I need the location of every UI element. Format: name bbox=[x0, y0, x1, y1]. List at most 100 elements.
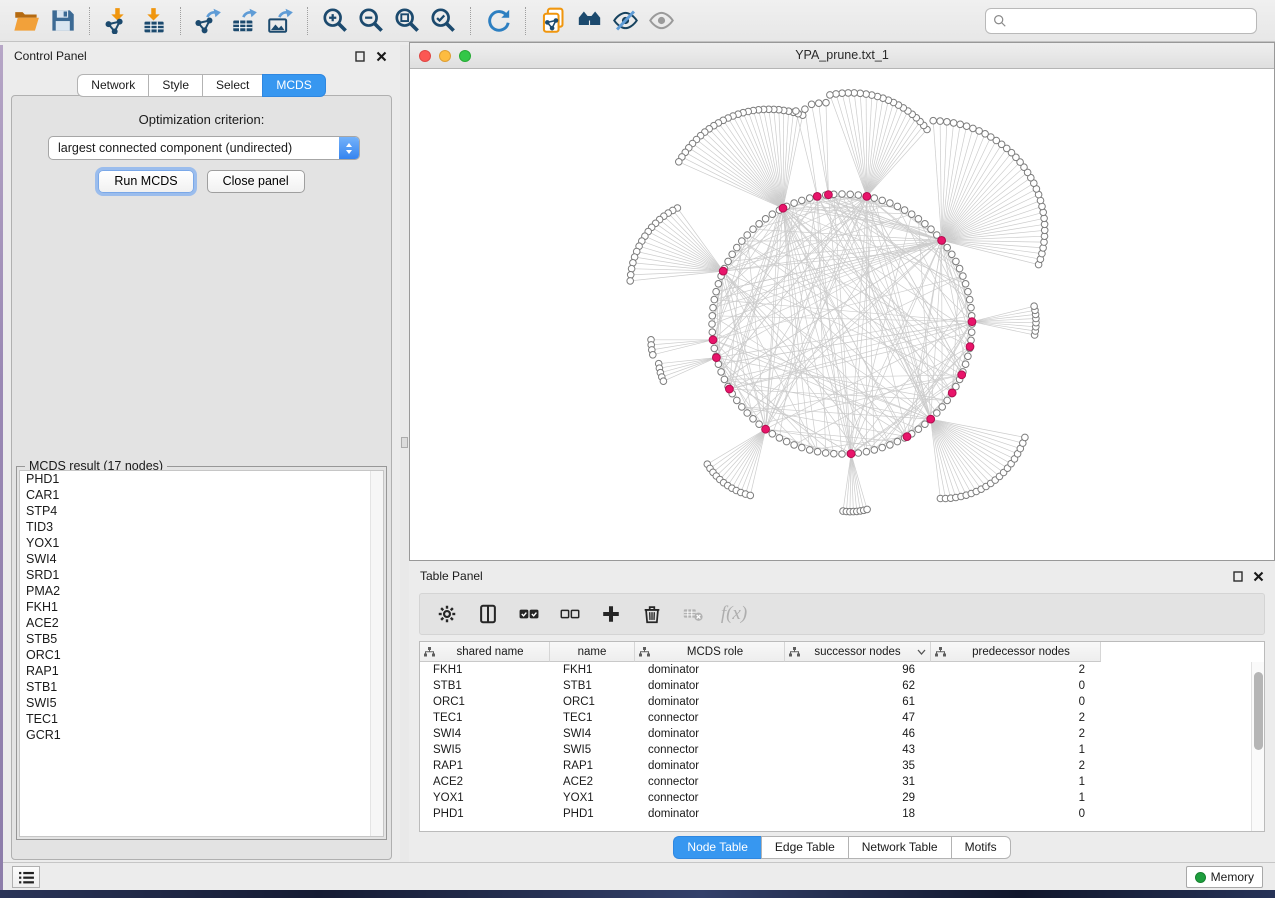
tab-style[interactable]: Style bbox=[148, 74, 202, 97]
float-table-panel-icon[interactable] bbox=[1232, 570, 1245, 583]
cell-predecessor-nodes[interactable]: 2 bbox=[931, 662, 1101, 678]
mcds-list-scrollbar[interactable] bbox=[370, 471, 383, 836]
column-header-successor-nodes[interactable]: successor nodes bbox=[785, 642, 931, 662]
mcds-result-item[interactable]: CAR1 bbox=[20, 487, 383, 503]
tab-motifs[interactable]: Motifs bbox=[951, 836, 1011, 859]
refresh-layout-button[interactable] bbox=[480, 4, 516, 38]
table-scrollbar[interactable] bbox=[1251, 662, 1264, 831]
close-table-panel-icon[interactable] bbox=[1252, 570, 1265, 583]
tab-network-table[interactable]: Network Table bbox=[848, 836, 951, 859]
mcds-result-item[interactable]: SRD1 bbox=[20, 567, 383, 583]
export-network-button[interactable] bbox=[190, 4, 226, 38]
tab-node-table[interactable]: Node Table bbox=[673, 836, 761, 859]
cell-name[interactable]: FKH1 bbox=[550, 662, 635, 678]
panel-splitter[interactable] bbox=[400, 45, 409, 862]
cell-predecessor-nodes[interactable]: 0 bbox=[931, 694, 1101, 710]
table-scrollbar-thumb[interactable] bbox=[1254, 672, 1263, 750]
cell-name[interactable]: RAP1 bbox=[550, 758, 635, 774]
cell-shared-name[interactable]: PHD1 bbox=[420, 806, 550, 822]
table-row[interactable]: STB1STB1dominator620 bbox=[420, 678, 1264, 694]
mcds-result-item[interactable]: SWI5 bbox=[20, 695, 383, 711]
trash-button[interactable] bbox=[639, 601, 665, 627]
column-header-mcds-role[interactable]: MCDS role bbox=[635, 642, 785, 662]
cell-shared-name[interactable]: YOX1 bbox=[420, 790, 550, 806]
cell-predecessor-nodes[interactable]: 0 bbox=[931, 678, 1101, 694]
column-header-predecessor-nodes[interactable]: predecessor nodes bbox=[931, 642, 1101, 662]
cell-successor-nodes[interactable]: 62 bbox=[785, 678, 931, 694]
mcds-result-item[interactable]: PMA2 bbox=[20, 583, 383, 599]
mcds-result-item[interactable]: TID3 bbox=[20, 519, 383, 535]
table-row[interactable]: FKH1FKH1dominator962 bbox=[420, 662, 1264, 678]
cell-name[interactable]: ACE2 bbox=[550, 774, 635, 790]
cell-predecessor-nodes[interactable]: 1 bbox=[931, 774, 1101, 790]
cell-mcds-role[interactable]: dominator bbox=[635, 758, 785, 774]
cell-shared-name[interactable]: FKH1 bbox=[420, 662, 550, 678]
memory-button[interactable]: Memory bbox=[1186, 866, 1263, 888]
float-panel-icon[interactable] bbox=[354, 50, 367, 63]
import-network-button[interactable] bbox=[99, 4, 135, 38]
save-session-button[interactable] bbox=[44, 4, 80, 38]
search-box[interactable] bbox=[985, 8, 1257, 34]
columns-button[interactable] bbox=[475, 601, 501, 627]
table-row[interactable]: RAP1RAP1dominator352 bbox=[420, 758, 1264, 774]
tab-edge-table[interactable]: Edge Table bbox=[761, 836, 848, 859]
cell-predecessor-nodes[interactable]: 1 bbox=[931, 790, 1101, 806]
mcds-result-item[interactable]: GCR1 bbox=[20, 727, 383, 743]
plus-button[interactable] bbox=[598, 601, 624, 627]
mcds-result-item[interactable]: STP4 bbox=[20, 503, 383, 519]
cell-shared-name[interactable]: SWI4 bbox=[420, 726, 550, 742]
splitter-grip[interactable] bbox=[401, 437, 408, 448]
binoculars-button[interactable] bbox=[571, 4, 607, 38]
cell-shared-name[interactable]: TEC1 bbox=[420, 710, 550, 726]
table-row[interactable]: TEC1TEC1connector472 bbox=[420, 710, 1264, 726]
column-header-name[interactable]: name bbox=[550, 642, 635, 662]
open-file-button[interactable] bbox=[8, 4, 44, 38]
cell-mcds-role[interactable]: dominator bbox=[635, 694, 785, 710]
criterion-select[interactable]: largest connected component (undirected) bbox=[48, 136, 360, 160]
mcds-result-list[interactable]: PHD1CAR1STP4TID3YOX1SWI4SRD1PMA2FKH1ACE2… bbox=[19, 470, 384, 837]
cell-predecessor-nodes[interactable]: 2 bbox=[931, 726, 1101, 742]
cell-shared-name[interactable]: ORC1 bbox=[420, 694, 550, 710]
cell-successor-nodes[interactable]: 47 bbox=[785, 710, 931, 726]
mcds-result-item[interactable]: SWI4 bbox=[20, 551, 383, 567]
cell-successor-nodes[interactable]: 35 bbox=[785, 758, 931, 774]
uncheck-all-button[interactable] bbox=[557, 601, 583, 627]
table-row[interactable]: SWI4SWI4dominator462 bbox=[420, 726, 1264, 742]
cell-shared-name[interactable]: RAP1 bbox=[420, 758, 550, 774]
cell-name[interactable]: STB1 bbox=[550, 678, 635, 694]
cell-name[interactable]: YOX1 bbox=[550, 790, 635, 806]
cell-name[interactable]: PHD1 bbox=[550, 806, 635, 822]
cell-successor-nodes[interactable]: 31 bbox=[785, 774, 931, 790]
cell-shared-name[interactable]: SWI5 bbox=[420, 742, 550, 758]
cell-successor-nodes[interactable]: 43 bbox=[785, 742, 931, 758]
mcds-result-item[interactable]: STB1 bbox=[20, 679, 383, 695]
mcds-result-item[interactable]: ACE2 bbox=[20, 615, 383, 631]
tab-select[interactable]: Select bbox=[202, 74, 262, 97]
network-canvas[interactable] bbox=[410, 69, 1274, 560]
mcds-result-item[interactable]: STB5 bbox=[20, 631, 383, 647]
export-table-button[interactable] bbox=[226, 4, 262, 38]
import-table-button[interactable] bbox=[135, 4, 171, 38]
network-graph[interactable] bbox=[410, 69, 1274, 560]
cell-name[interactable]: SWI4 bbox=[550, 726, 635, 742]
cell-predecessor-nodes[interactable]: 1 bbox=[931, 742, 1101, 758]
cell-predecessor-nodes[interactable]: 0 bbox=[931, 806, 1101, 822]
cell-name[interactable]: TEC1 bbox=[550, 710, 635, 726]
gear-button[interactable] bbox=[434, 601, 460, 627]
cell-successor-nodes[interactable]: 61 bbox=[785, 694, 931, 710]
hide-selected-button[interactable] bbox=[607, 4, 643, 38]
cell-name[interactable]: SWI5 bbox=[550, 742, 635, 758]
show-all-button[interactable] bbox=[643, 4, 679, 38]
search-input[interactable] bbox=[1007, 11, 1256, 31]
table-row[interactable]: ORC1ORC1dominator610 bbox=[420, 694, 1264, 710]
cell-name[interactable]: ORC1 bbox=[550, 694, 635, 710]
close-panel-button[interactable]: Close panel bbox=[207, 170, 305, 193]
table-row[interactable]: ACE2ACE2connector311 bbox=[420, 774, 1264, 790]
network-window-titlebar[interactable]: YPA_prune.txt_1 bbox=[410, 43, 1274, 69]
mcds-result-item[interactable]: YOX1 bbox=[20, 535, 383, 551]
cell-mcds-role[interactable]: connector bbox=[635, 774, 785, 790]
table-row[interactable]: PHD1PHD1dominator180 bbox=[420, 806, 1264, 822]
zoom-out-button[interactable] bbox=[353, 4, 389, 38]
mcds-result-item[interactable]: TEC1 bbox=[20, 711, 383, 727]
cell-mcds-role[interactable]: connector bbox=[635, 742, 785, 758]
